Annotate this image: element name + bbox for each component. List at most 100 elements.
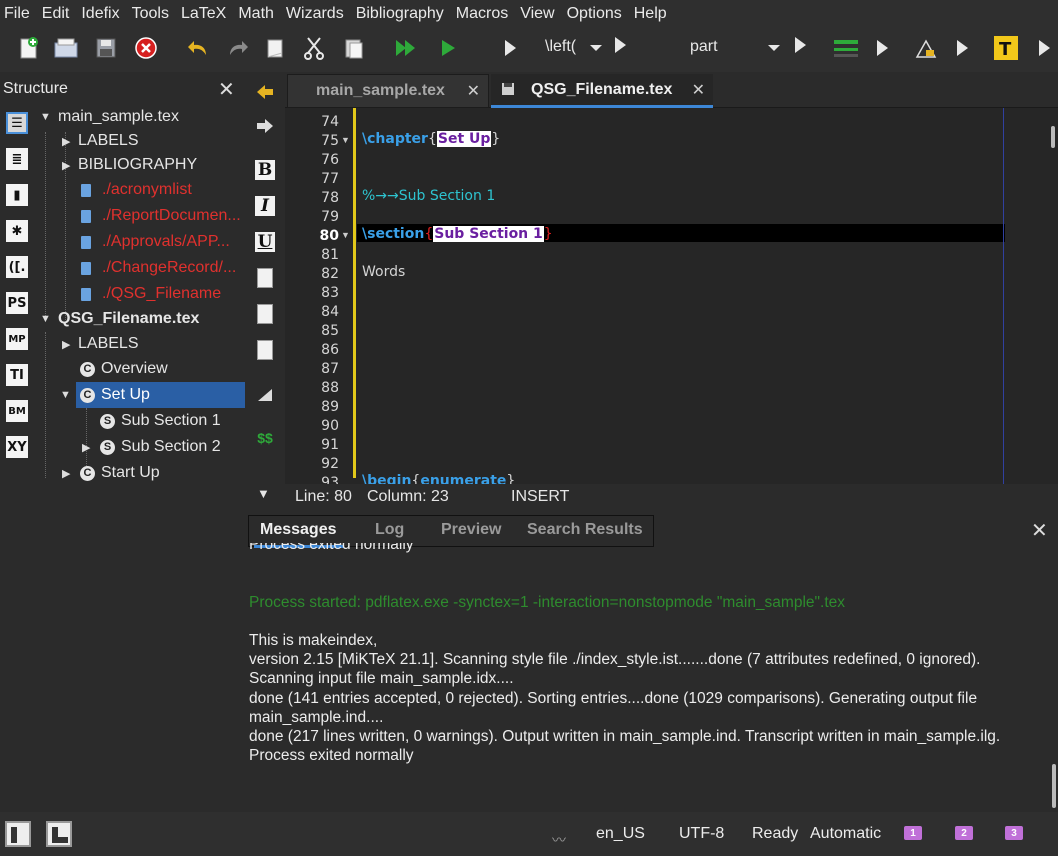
close-tab-icon[interactable]: ✕ — [467, 81, 480, 101]
left-delimiter-combo[interactable]: \left( — [545, 38, 576, 56]
chevron-down-icon[interactable] — [760, 34, 788, 62]
tree-item-labels[interactable]: ▶ LABELS — [36, 331, 245, 357]
open-file-icon[interactable] — [52, 34, 80, 62]
bookmark-1-icon[interactable]: 1 — [904, 826, 922, 840]
format-menu-arrow-icon[interactable] — [1030, 34, 1058, 62]
chevron-right-icon[interactable]: ▶ — [62, 159, 70, 172]
toggle-structure-icon[interactable] — [5, 821, 31, 847]
tab-search-results[interactable]: Search Results — [527, 521, 643, 539]
tree-section-sub-section-1[interactable]: S Sub Section 1 — [36, 408, 245, 434]
back-arrow-icon[interactable] — [253, 80, 277, 104]
pstricks-view-icon[interactable]: PS — [6, 292, 28, 314]
menu-view[interactable]: View — [514, 0, 560, 28]
close-tab-icon[interactable]: ✕ — [692, 80, 705, 100]
italic-icon[interactable]: I — [253, 194, 277, 218]
language-indicator[interactable]: en_US — [596, 825, 645, 843]
chevron-down-icon[interactable]: ▼ — [40, 111, 51, 123]
build-and-view-icon[interactable] — [392, 34, 420, 62]
run-menu-icon[interactable] — [496, 34, 524, 62]
tree-include[interactable]: ./QSG_Filename — [36, 281, 245, 307]
table-icon[interactable] — [832, 34, 860, 62]
menu-options[interactable]: Options — [561, 0, 628, 28]
font-size-icon[interactable] — [912, 34, 940, 62]
metapost-view-icon[interactable]: MP — [6, 328, 28, 350]
new-line-icon[interactable] — [253, 382, 277, 406]
align-right-icon[interactable] — [253, 338, 277, 362]
bold-icon[interactable]: B — [253, 158, 277, 182]
chevron-down-icon[interactable]: ▼ — [257, 486, 270, 501]
beamer-view-icon[interactable]: BM — [6, 400, 28, 422]
code-editor[interactable]: 74 75 76 77 78 79 80 81 82 83 84 85 86 8… — [285, 108, 1058, 484]
save-icon[interactable] — [92, 34, 120, 62]
mode-indicator[interactable]: Automatic — [810, 825, 881, 843]
tree-chapter-overview[interactable]: C Overview — [36, 356, 245, 382]
text-format-icon[interactable]: T — [992, 34, 1020, 62]
xymatrix-view-icon[interactable]: XY — [6, 436, 28, 458]
brackets-view-icon[interactable]: ([. — [6, 256, 28, 278]
toc-view-icon[interactable]: ≣ — [6, 148, 28, 170]
menu-math[interactable]: Math — [232, 0, 280, 28]
encoding-indicator[interactable]: UTF-8 — [679, 825, 724, 843]
toggle-messages-icon[interactable] — [46, 821, 72, 847]
tab-preview[interactable]: Preview — [441, 521, 501, 539]
tikz-view-icon[interactable]: TI — [6, 364, 28, 386]
menu-help[interactable]: Help — [628, 0, 673, 28]
undo-icon[interactable] — [184, 34, 212, 62]
editor-scrollbar[interactable] — [1051, 126, 1055, 148]
chevron-down-icon[interactable]: ▼ — [60, 389, 71, 401]
tree-chapter-start-up[interactable]: ▶ C Start Up — [36, 460, 245, 486]
menu-tools[interactable]: Tools — [126, 0, 175, 28]
table-menu-arrow-icon[interactable] — [868, 34, 896, 62]
messages-output[interactable]: Process exited normally Process started:… — [249, 543, 1049, 807]
bookmark-2-icon[interactable]: 2 — [955, 826, 973, 840]
tab-main-sample[interactable]: main_sample.tex ✕ — [287, 74, 489, 108]
new-file-icon[interactable] — [14, 34, 42, 62]
tree-include[interactable]: ./ReportDocumen... — [36, 203, 245, 229]
fold-toggle-icon[interactable]: ▼ — [341, 230, 350, 240]
tree-item-bibliography[interactable]: ▶ BIBLIOGRAPHY — [36, 152, 245, 178]
redo-icon[interactable] — [224, 34, 252, 62]
tree-include[interactable]: ./acronymlist — [36, 177, 245, 203]
tree-file-qsg-filename[interactable]: ▼ QSG_Filename.tex — [36, 306, 245, 332]
paste-icon[interactable] — [340, 34, 368, 62]
align-left-icon[interactable] — [253, 266, 277, 290]
font-size-menu-arrow-icon[interactable] — [948, 34, 976, 62]
chevron-right-icon[interactable]: ▶ — [62, 338, 70, 351]
menu-idefix[interactable]: Idefix — [75, 0, 125, 28]
chevron-right-icon[interactable]: ▶ — [82, 441, 90, 454]
close-icon[interactable]: ✕ — [1031, 518, 1048, 543]
align-center-icon[interactable] — [253, 302, 277, 326]
insert-delimiter-arrow-icon[interactable] — [606, 31, 634, 59]
underline-icon[interactable]: U — [253, 230, 277, 254]
spellcheck-icon[interactable]: 〰 — [552, 830, 566, 850]
close-file-icon[interactable] — [132, 34, 160, 62]
menu-macros[interactable]: Macros — [450, 0, 514, 28]
tab-messages[interactable]: Messages — [260, 521, 337, 539]
tree-item-labels[interactable]: ▶ LABELS — [36, 128, 245, 154]
math-mode-icon[interactable]: $$ — [253, 426, 277, 450]
tree-section-sub-section-2[interactable]: ▶ S Sub Section 2 — [36, 434, 245, 460]
tree-chapter-set-up[interactable]: C Set Up — [76, 382, 245, 408]
tab-log[interactable]: Log — [375, 521, 404, 539]
close-icon[interactable]: ✕ — [218, 77, 235, 102]
symbols-view-icon[interactable]: ✱ — [6, 220, 28, 242]
tree-include[interactable]: ./Approvals/APP... — [36, 229, 245, 255]
chevron-right-icon[interactable]: ▶ — [62, 467, 70, 480]
messages-scrollbar[interactable] — [1052, 764, 1056, 808]
tree-include[interactable]: ./ChangeRecord/... — [36, 255, 245, 281]
menu-edit[interactable]: Edit — [36, 0, 76, 28]
bookmark-3-icon[interactable]: 3 — [1005, 826, 1023, 840]
menu-latex[interactable]: LaTeX — [175, 0, 232, 28]
insert-section-arrow-icon[interactable] — [786, 31, 814, 59]
menu-file[interactable]: File — [0, 0, 36, 28]
tree-file-main-sample[interactable]: ▼ main_sample.tex — [36, 104, 245, 130]
cut-icon[interactable] — [300, 34, 328, 62]
tab-qsg-filename[interactable]: QSG_Filename.tex ✕ — [491, 74, 713, 108]
fold-toggle-icon[interactable]: ▼ — [341, 135, 350, 145]
sectioning-combo[interactable]: part — [690, 38, 718, 56]
bookmarks-view-icon[interactable]: ▮ — [6, 184, 28, 206]
forward-arrow-icon[interactable] — [253, 114, 277, 138]
structure-view-icon[interactable]: ☰ — [6, 112, 28, 134]
copy-icon[interactable] — [262, 34, 290, 62]
chevron-down-icon[interactable]: ▼ — [40, 313, 51, 325]
